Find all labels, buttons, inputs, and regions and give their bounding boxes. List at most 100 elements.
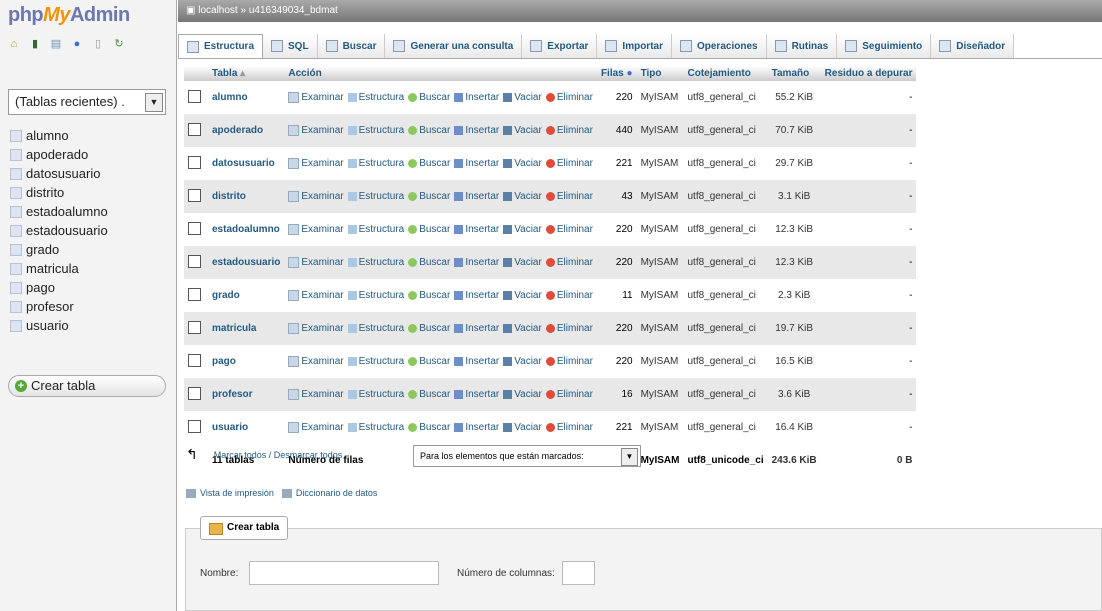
- action-eliminar[interactable]: Eliminar: [545, 158, 593, 169]
- action-estructura[interactable]: Estructura: [347, 389, 404, 400]
- table-icon[interactable]: [10, 168, 22, 180]
- row-checkbox[interactable]: [188, 386, 201, 400]
- action-estructura[interactable]: Estructura: [347, 290, 404, 301]
- action-vaciar[interactable]: Vaciar: [503, 422, 542, 433]
- table-name-link[interactable]: estadoalumno: [208, 213, 285, 246]
- action-estructura[interactable]: Estructura: [347, 323, 404, 334]
- tab-diseñador[interactable]: Diseñador: [931, 34, 1015, 58]
- sidebar-table-item[interactable]: pago: [10, 278, 170, 297]
- action-vaciar[interactable]: Vaciar: [503, 290, 542, 301]
- chevron-down-icon[interactable]: ▼: [621, 448, 638, 466]
- table-name-input[interactable]: [249, 561, 439, 585]
- action-examinar[interactable]: Examinar: [288, 158, 344, 169]
- action-estructura[interactable]: Estructura: [347, 224, 404, 235]
- table-name-link[interactable]: alumno: [208, 81, 285, 114]
- action-buscar[interactable]: Buscar: [408, 323, 450, 334]
- breadcrumb-text[interactable]: localhost » u416349034_bdmat: [198, 5, 338, 16]
- tab-importar[interactable]: Importar: [597, 34, 672, 58]
- home-icon[interactable]: ⌂: [8, 38, 20, 50]
- query-icon[interactable]: ▤: [50, 38, 62, 50]
- sql-docs-icon[interactable]: ▯: [92, 38, 104, 50]
- action-estructura[interactable]: Estructura: [347, 92, 404, 103]
- action-examinar[interactable]: Examinar: [288, 356, 344, 367]
- create-table-button[interactable]: + Crear tabla: [8, 375, 166, 397]
- action-insertar[interactable]: Insertar: [454, 290, 499, 301]
- action-estructura[interactable]: Estructura: [347, 422, 404, 433]
- action-examinar[interactable]: Examinar: [288, 257, 344, 268]
- data-dictionary-link[interactable]: Diccionario de datos: [296, 488, 378, 498]
- table-name-link[interactable]: profesor: [208, 378, 285, 411]
- action-insertar[interactable]: Insertar: [454, 389, 499, 400]
- sidebar-table-label[interactable]: pago: [26, 278, 55, 297]
- action-eliminar[interactable]: Eliminar: [545, 422, 593, 433]
- action-vaciar[interactable]: Vaciar: [503, 389, 542, 400]
- recent-tables-select[interactable]: (Tablas recientes) . ▼: [8, 89, 166, 115]
- sidebar-table-item[interactable]: matricula: [10, 259, 170, 278]
- action-buscar[interactable]: Buscar: [408, 356, 450, 367]
- sidebar-table-item[interactable]: apoderado: [10, 145, 170, 164]
- docs-icon[interactable]: ●: [71, 38, 83, 50]
- sidebar-table-item[interactable]: grado: [10, 240, 170, 259]
- action-buscar[interactable]: Buscar: [408, 290, 450, 301]
- action-estructura[interactable]: Estructura: [347, 257, 404, 268]
- sidebar-table-item[interactable]: alumno: [10, 126, 170, 145]
- table-name-link[interactable]: pago: [208, 345, 285, 378]
- action-vaciar[interactable]: Vaciar: [503, 257, 542, 268]
- sidebar-table-item[interactable]: profesor: [10, 297, 170, 316]
- action-examinar[interactable]: Examinar: [288, 422, 344, 433]
- action-estructura[interactable]: Estructura: [347, 191, 404, 202]
- action-eliminar[interactable]: Eliminar: [545, 191, 593, 202]
- help-icon[interactable]: ●: [627, 68, 633, 79]
- sidebar-table-label[interactable]: grado: [26, 240, 59, 259]
- action-eliminar[interactable]: Eliminar: [545, 356, 593, 367]
- row-size-link[interactable]: 19.7 KiB: [767, 312, 821, 345]
- sidebar-table-label[interactable]: estadousuario: [26, 221, 108, 240]
- num-columns-input[interactable]: [562, 561, 595, 585]
- action-vaciar[interactable]: Vaciar: [503, 323, 542, 334]
- row-size-link[interactable]: 12.3 KiB: [767, 246, 821, 279]
- table-name-link[interactable]: apoderado: [208, 114, 285, 147]
- sidebar-table-label[interactable]: distrito: [26, 183, 64, 202]
- table-icon[interactable]: [10, 225, 22, 237]
- tab-estructura[interactable]: Estructura: [178, 34, 264, 58]
- tab-exportar[interactable]: Exportar: [522, 34, 598, 58]
- action-buscar[interactable]: Buscar: [408, 389, 450, 400]
- row-size-link[interactable]: 12.3 KiB: [767, 213, 821, 246]
- table-icon[interactable]: [10, 149, 22, 161]
- tab-seguimiento[interactable]: Seguimiento: [837, 34, 932, 58]
- table-name-link[interactable]: estadousuario: [208, 246, 285, 279]
- action-buscar[interactable]: Buscar: [408, 125, 450, 136]
- header-tipo[interactable]: Tipo: [636, 66, 684, 81]
- bulk-action-select[interactable]: Para los elementos que están marcados: ▼: [413, 445, 641, 467]
- action-examinar[interactable]: Examinar: [288, 125, 344, 136]
- row-size-link[interactable]: 3.1 KiB: [767, 180, 821, 213]
- action-eliminar[interactable]: Eliminar: [545, 224, 593, 235]
- action-buscar[interactable]: Buscar: [408, 224, 450, 235]
- tab-buscar[interactable]: Buscar: [317, 34, 386, 58]
- mark-all-link[interactable]: Marcar todos / Desmarcar todos: [214, 450, 343, 460]
- action-insertar[interactable]: Insertar: [454, 224, 499, 235]
- action-insertar[interactable]: Insertar: [454, 422, 499, 433]
- row-size-link[interactable]: 55.2 KiB: [767, 81, 821, 114]
- sidebar-table-item[interactable]: estadoalumno: [10, 202, 170, 221]
- exit-icon[interactable]: ▮: [29, 38, 41, 50]
- table-icon[interactable]: [10, 244, 22, 256]
- row-checkbox[interactable]: [188, 221, 201, 235]
- sidebar-table-label[interactable]: apoderado: [26, 145, 88, 164]
- row-checkbox[interactable]: [188, 155, 201, 169]
- action-insertar[interactable]: Insertar: [454, 257, 499, 268]
- action-vaciar[interactable]: Vaciar: [503, 191, 542, 202]
- action-buscar[interactable]: Buscar: [408, 257, 450, 268]
- tab-generar-una-consulta[interactable]: Generar una consulta: [385, 34, 523, 58]
- action-insertar[interactable]: Insertar: [454, 158, 499, 169]
- action-insertar[interactable]: Insertar: [454, 125, 499, 136]
- action-eliminar[interactable]: Eliminar: [545, 290, 593, 301]
- tab-sql[interactable]: SQL: [263, 34, 318, 58]
- tab-rutinas[interactable]: Rutinas: [766, 34, 838, 58]
- phpmyadmin-logo[interactable]: phpMyAdmin: [8, 4, 130, 27]
- header-cotejamiento[interactable]: Cotejamiento: [683, 66, 768, 81]
- row-checkbox[interactable]: [188, 122, 201, 136]
- table-name-link[interactable]: grado: [208, 279, 285, 312]
- action-vaciar[interactable]: Vaciar: [503, 158, 542, 169]
- sidebar-table-label[interactable]: estadoalumno: [26, 202, 108, 221]
